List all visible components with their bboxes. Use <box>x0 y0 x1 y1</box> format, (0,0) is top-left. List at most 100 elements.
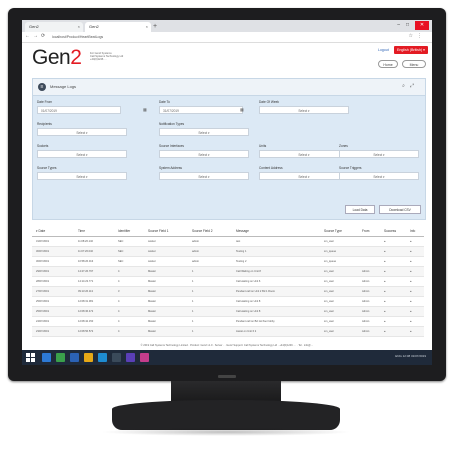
table-row[interactable]: 28/07/2019 14:14:23.771 4 Master 1 Call waiti… <box>32 277 424 287</box>
info-icon[interactable]: ● <box>410 280 412 283</box>
language-button[interactable]: English (British) ▾ <box>394 46 428 54</box>
terminal-icon[interactable] <box>112 353 121 362</box>
window-controls: –□ ✕ <box>397 21 429 30</box>
nav-buttons: ←→⟳ <box>25 33 48 39</box>
store-icon[interactable] <box>56 353 65 362</box>
table-cell: 12:08:42.150 <box>78 320 94 323</box>
table-cell: Testing 2 <box>236 260 247 263</box>
table-cell: 1 <box>192 280 194 283</box>
table-cell: 4 <box>118 320 120 323</box>
date-to-input[interactable]: 31/07/2019 <box>159 106 243 114</box>
source-triggers-select[interactable]: Select ▾ <box>339 172 419 180</box>
teams-icon[interactable] <box>126 353 135 362</box>
content-address-select[interactable]: Select ▾ <box>259 172 349 180</box>
star-icon[interactable]: ☆ <box>409 33 417 39</box>
forward-icon[interactable]: → <box>33 33 41 39</box>
table-row[interactable]: 25/07/2019 12:08:31.381 4 Master 1 Call waiti… <box>32 297 424 307</box>
app-icon[interactable] <box>140 353 149 362</box>
table-cell: 4 <box>118 300 120 303</box>
load-data-button[interactable]: Load Data <box>345 205 375 214</box>
column-header[interactable]: Source Type <box>324 229 342 233</box>
windows-start-icon[interactable] <box>26 353 35 362</box>
calendar-icon[interactable]: ▦ <box>143 107 147 112</box>
download-csv-button[interactable]: Download CSV <box>379 205 421 214</box>
source-types-select[interactable]: Select ▾ <box>37 172 127 180</box>
table-cell: 24/07/2019 <box>36 320 49 323</box>
home-button[interactable]: Home <box>378 60 398 68</box>
file-explorer-icon[interactable] <box>42 353 51 362</box>
new-tab-icon[interactable]: + <box>153 22 157 31</box>
table-cell: Master <box>148 320 156 323</box>
calendar-icon[interactable]: ▦ <box>240 107 244 112</box>
column-header[interactable]: Source Field 1 <box>148 229 169 233</box>
url-field[interactable]: localhost/Product/HeartBeatLogs <box>52 34 352 40</box>
table-cell: 09:13:26.113 <box>78 290 93 293</box>
table-cell: sm_user <box>324 310 334 313</box>
info-icon[interactable]: ● <box>410 330 412 333</box>
table-cell: worker <box>148 250 156 253</box>
info-icon[interactable]: ● <box>410 300 412 303</box>
recipients-select[interactable]: Select ▾ <box>37 128 127 136</box>
logout-link[interactable]: Logout <box>378 48 389 52</box>
search-icon[interactable]: ⌕ <box>402 83 410 89</box>
browser-icon[interactable] <box>98 353 107 362</box>
maximize-icon[interactable]: □ <box>406 22 415 28</box>
column-header[interactable]: Message <box>236 229 249 233</box>
menu-button[interactable]: Menu <box>402 60 426 68</box>
info-icon[interactable]: ● <box>410 240 412 243</box>
page-footer: © 2019 Call Systems Technology Limited ·… <box>140 344 314 347</box>
table-cell: sm_user <box>324 240 334 243</box>
table-cell: sm_queue <box>324 260 337 263</box>
table-cell: Assist on Unit 6 2 <box>236 330 257 333</box>
minimize-icon[interactable]: – <box>397 22 406 28</box>
close-icon[interactable]: × <box>78 22 80 32</box>
table-row[interactable]: 29/07/2019 14:27:26.797 4 Master 1 Call Waiti… <box>32 267 424 277</box>
info-icon[interactable]: ● <box>410 260 412 263</box>
column-header[interactable]: Source Field 2 <box>192 229 213 233</box>
window-close-icon[interactable]: ✕ <box>415 21 429 30</box>
column-header[interactable]: From <box>362 229 369 233</box>
info-icon[interactable]: ● <box>410 250 412 253</box>
info-icon[interactable]: ● <box>410 320 412 323</box>
zones-select[interactable]: Select ▾ <box>339 150 419 158</box>
table-cell: Testing 1 <box>236 250 247 253</box>
close-icon[interactable]: × <box>146 22 148 32</box>
folder-icon[interactable] <box>84 353 93 362</box>
table-row[interactable]: 30/07/2019 11:07:26.032 SEC worker admin Test… <box>32 247 424 257</box>
column-header[interactable]: Success <box>384 229 396 233</box>
table-row[interactable]: 23/07/2019 12:08:56.572 4 Master 1 Assist on … <box>32 327 424 337</box>
system-address-select[interactable]: Select ▾ <box>159 172 249 180</box>
column-header[interactable]: ▾ Date <box>36 229 45 233</box>
menu-icon[interactable]: ⋮ <box>417 33 426 39</box>
table-row[interactable]: 30/07/2019 10:58:26.013 SEC worker admin Test… <box>32 257 424 267</box>
column-header[interactable]: Info <box>410 229 415 233</box>
table-cell: 1 <box>192 300 194 303</box>
table-cell: Pendant call on Unit 2 Bd 1 Room <box>236 290 276 293</box>
table-row[interactable]: 27/07/2019 09:13:26.113 3 Master 1 Pendant ca… <box>32 287 424 297</box>
browser-tab-1[interactable]: Gen2 × <box>25 22 83 32</box>
table-row[interactable]: 31/07/2019 11:08:26.132 SEC worker admin test… <box>32 237 424 247</box>
reload-icon[interactable]: ⟳ <box>41 33 48 39</box>
notification-types-select[interactable]: Select ▾ <box>159 128 249 136</box>
success-indicator-icon: ● <box>384 280 386 283</box>
outlook-icon[interactable] <box>70 353 79 362</box>
sockets-select[interactable]: Select ▾ <box>37 150 127 158</box>
day-of-week-select[interactable]: Select ▾ <box>259 106 349 114</box>
info-icon[interactable]: ● <box>410 270 412 273</box>
table-row[interactable]: 25/07/2019 12:08:36.472 4 Master 1 Call waiti… <box>32 307 424 317</box>
date-from-input[interactable]: 01/07/2019 <box>37 106 121 114</box>
source-interfaces-select[interactable]: Select ▾ <box>159 150 249 158</box>
success-indicator-icon: ● <box>384 290 386 293</box>
table-cell: admin <box>192 260 200 263</box>
table-row[interactable]: 24/07/2019 12:08:42.150 4 Master 1 Pendant ca… <box>32 317 424 327</box>
filter-label: Content Address <box>259 166 283 170</box>
info-icon[interactable]: ● <box>410 290 412 293</box>
back-icon[interactable]: ← <box>25 33 33 39</box>
browser-tab-2[interactable]: Gen2 × <box>85 22 151 32</box>
column-header[interactable]: Time <box>78 229 85 233</box>
table-cell: 14:27:26.797 <box>78 270 94 273</box>
units-select[interactable]: Select ▾ <box>259 150 349 158</box>
column-header[interactable]: Identifier <box>118 229 130 233</box>
expand-icon[interactable]: ⤢ <box>410 83 419 89</box>
info-icon[interactable]: ● <box>410 310 412 313</box>
